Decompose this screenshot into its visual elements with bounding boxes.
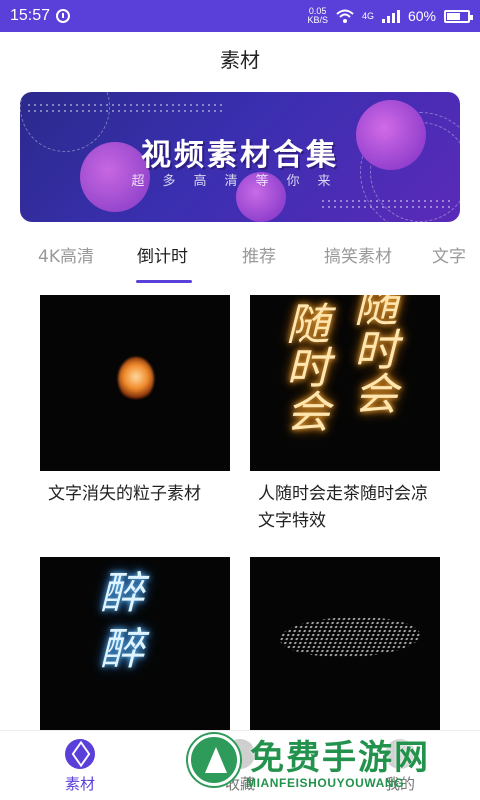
watermark-subtitle: MIANFEISHOUYOUWANG: [246, 776, 405, 790]
material-card[interactable]: [250, 557, 440, 747]
promo-banner[interactable]: 视频素材合集 超多高清等你来: [20, 92, 460, 222]
glowing-text-graphic: 随时会: [278, 301, 329, 433]
card-thumbnail[interactable]: [40, 295, 230, 471]
material-card[interactable]: 随时会 随时会 人随时会走茶随时会凉文字特效: [250, 295, 440, 535]
material-card[interactable]: 醉 醉: [40, 557, 230, 747]
battery-icon: [444, 9, 473, 23]
tab-4k[interactable]: 4K高清: [38, 242, 94, 267]
signal-icon: [381, 9, 400, 23]
glowing-text-graphic: 随时会: [346, 295, 397, 415]
particle-flame-graphic: [118, 357, 154, 401]
particle-stream-graphic: [272, 617, 428, 657]
tab-funny[interactable]: 搞笑素材: [324, 242, 392, 267]
banner-headline: 视频素材合集: [141, 138, 339, 173]
status-bar: 15:57 0.05 KB/S 4G 60%: [0, 0, 480, 32]
site-watermark: 免费手游网 MIANFEISHOUYOUWANG: [188, 730, 480, 800]
card-thumbnail[interactable]: [250, 557, 440, 737]
status-right: 0.05 KB/S 4G 60%: [307, 7, 473, 25]
nav-item-materials[interactable]: 素材: [40, 739, 120, 794]
banner-dots-decoration: [320, 198, 450, 212]
card-thumbnail[interactable]: 随时会 随时会: [250, 295, 440, 471]
status-time: 15:57: [10, 7, 51, 24]
network-speed: 0.05 KB/S: [307, 7, 328, 25]
banner-subline: 超多高清等你来: [131, 174, 349, 189]
watermark-title: 免费手游网: [250, 738, 430, 778]
cube-icon: [65, 739, 95, 769]
icy-text-graphic: 醉: [100, 624, 144, 675]
nav-label: 素材: [64, 775, 95, 793]
network-speed-unit: KB/S: [307, 15, 328, 25]
tab-countdown[interactable]: 倒计时: [137, 242, 188, 267]
network-type: 4G: [361, 11, 374, 21]
card-caption: 人随时会走茶随时会凉文字特效: [258, 484, 428, 531]
material-card[interactable]: 文字消失的粒子素材: [40, 295, 230, 508]
tab-text[interactable]: 文字: [432, 242, 466, 267]
active-tab-indicator: [136, 280, 192, 283]
tab-recommend[interactable]: 推荐: [242, 242, 276, 267]
alarm-icon: [56, 9, 71, 23]
icy-text-graphic: 醉: [100, 568, 144, 619]
page-title: 素材: [220, 48, 260, 72]
category-tabs: 4K高清 倒计时 推荐 搞笑素材 文字: [0, 236, 480, 286]
battery-percent: 60%: [407, 8, 436, 24]
watermark-logo-icon: [188, 734, 240, 786]
wifi-icon: [336, 9, 354, 23]
card-thumbnail[interactable]: 醉 醉: [40, 557, 230, 737]
card-caption: 文字消失的粒子素材: [48, 484, 201, 504]
